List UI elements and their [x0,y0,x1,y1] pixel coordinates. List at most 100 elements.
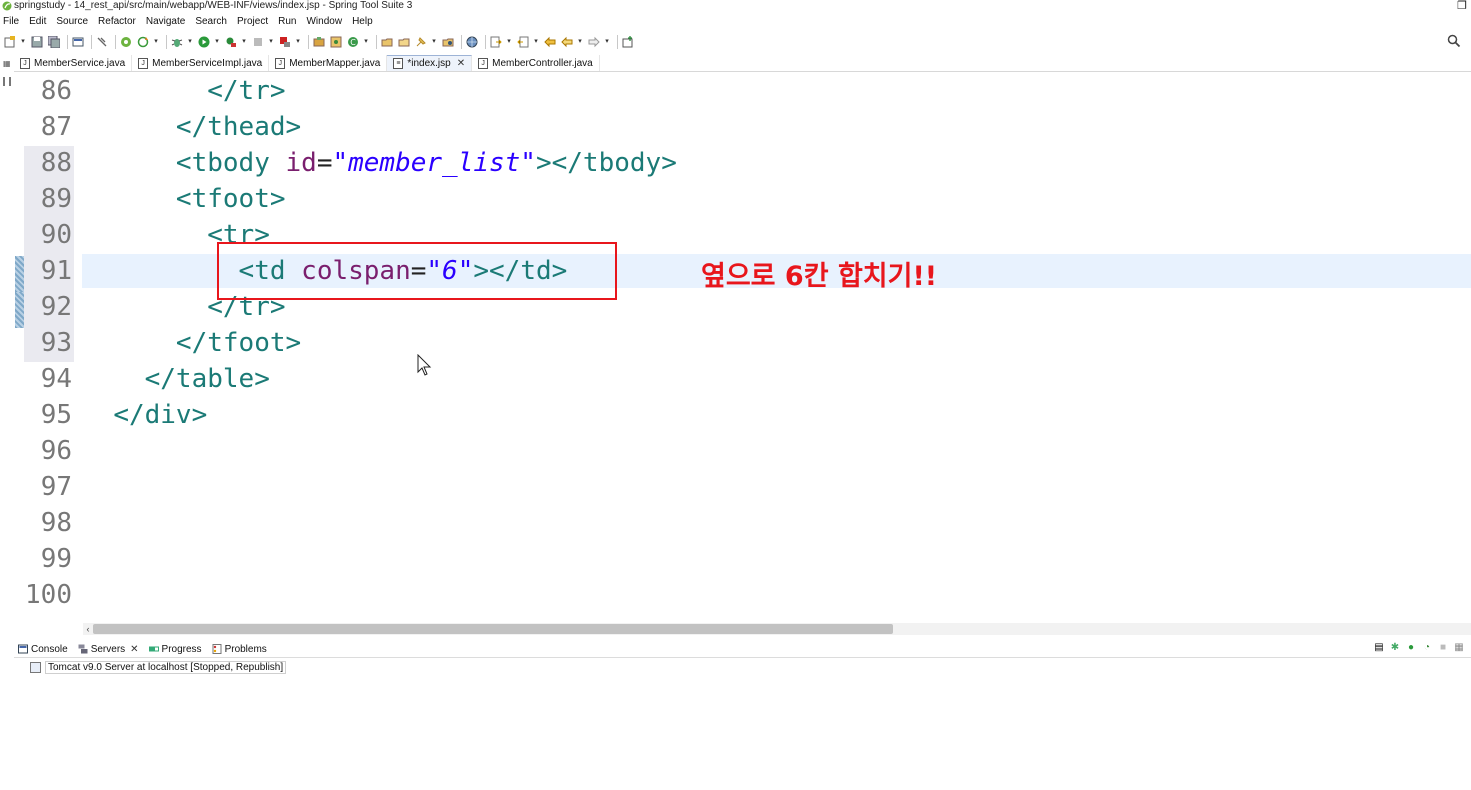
code-line[interactable]: 88 <tbody id="member_list"></tbody> [14,145,1471,181]
server-icon[interactable] [278,35,292,49]
spring-boot-icon[interactable] [119,35,133,49]
globe-icon[interactable] [465,35,479,49]
pin-icon[interactable] [414,35,428,49]
debug-server-icon[interactable]: ✱ [1389,642,1401,654]
menu-project[interactable]: Project [237,15,273,29]
toolbar-separator [461,35,462,49]
forward-dropdown-icon[interactable]: ▾ [604,35,610,49]
line-number: 100 [25,580,72,610]
profile-server-icon[interactable]: ◔ [1421,642,1433,654]
restore-window-button[interactable]: ❐ [1457,0,1467,12]
code-line[interactable]: 89 <tfoot> [14,181,1471,217]
tab-label: Servers [90,643,126,655]
run-dropdown-icon[interactable]: ▾ [214,35,220,49]
menu-window[interactable]: Window [306,15,347,29]
tab-memberserviceimpl-java[interactable]: J MemberServiceImpl.java [132,55,270,71]
new-java-package-icon[interactable] [312,35,326,49]
menu-file[interactable]: File [3,15,24,29]
line-number: 96 [40,436,72,466]
package-explorer-icon[interactable] [3,77,11,86]
code-line[interactable]: 86 </tr> [14,73,1471,109]
menu-run[interactable]: Run [278,15,301,29]
menu-help[interactable]: Help [352,15,378,29]
new-icon[interactable] [3,35,17,49]
mouse-pointer-icon [417,354,432,376]
menu-search[interactable]: Search [195,15,232,29]
pin-dropdown-icon[interactable]: ▾ [431,35,437,49]
stop-dropdown-icon[interactable]: ▾ [268,35,274,49]
tab-console[interactable]: Console [14,641,72,657]
server-name: Tomcat v9.0 Server at localhost [48,661,188,673]
save-icon[interactable] [30,35,44,49]
search-icon[interactable] [1447,34,1461,48]
tab-progress[interactable]: Progress [145,641,206,657]
code-line[interactable]: 99 [14,541,1471,577]
scroll-thumb[interactable] [93,624,893,634]
toolbar-separator [91,35,92,49]
new-dropdown-icon[interactable]: ▾ [20,35,26,49]
menu-edit[interactable]: Edit [29,15,51,29]
tab-label: Console [31,643,68,655]
collapse-all-icon[interactable]: ▤ [1373,642,1385,654]
save-all-icon[interactable] [47,35,61,49]
line-number: 95 [40,400,72,430]
code-line[interactable]: 96 [14,433,1471,469]
external-tools-icon[interactable] [224,35,238,49]
menu-navigate[interactable]: Navigate [146,15,190,29]
code-line[interactable]: 95 </div> [14,397,1471,433]
debug-dropdown-icon[interactable]: ▾ [187,35,193,49]
terminal-icon[interactable] [71,35,85,49]
menu-source[interactable]: Source [56,15,93,29]
start-server-icon[interactable]: ● [1405,642,1417,654]
code-line[interactable]: 100 [14,577,1471,613]
server-list-item[interactable]: Tomcat v9.0 Server at localhost [Stopped… [30,660,287,674]
tab-servers[interactable]: Servers ✕ [74,641,143,657]
tab-membercontroller-java[interactable]: J MemberController.java [472,55,600,71]
stop-icon[interactable] [251,35,265,49]
last-edit-location-icon[interactable] [543,35,557,49]
code-line[interactable]: 98 [14,505,1471,541]
code-editor[interactable]: 86 </tr> 87 </thead> 88 <tbody id="member_… [14,73,1471,623]
new-class-icon[interactable]: C [346,35,360,49]
scroll-left-icon[interactable]: ‹ [83,623,93,635]
prev-annotation-dropdown-icon[interactable]: ▾ [533,35,539,49]
code-line[interactable]: 87 </thead> [14,109,1471,145]
open-type-icon[interactable] [380,35,394,49]
new-java-class-icon[interactable] [329,35,343,49]
publish-icon[interactable]: ▦ [1453,642,1465,654]
new-class-dropdown-icon[interactable]: ▾ [363,35,369,49]
close-icon[interactable]: ✕ [457,58,465,69]
server-icon [30,661,41,673]
tab-membermapper-java[interactable]: J MemberMapper.java [269,55,388,71]
close-icon[interactable]: ✕ [130,644,138,655]
server-dropdown-icon[interactable]: ▾ [295,35,301,49]
stop-server-icon[interactable]: ■ [1437,642,1449,654]
code-line[interactable]: 94 </table> [14,361,1471,397]
annotation-text: 옆으로 6칸 합치기!! [701,261,938,292]
open-perspective-icon[interactable] [621,35,635,49]
refresh-icon[interactable] [136,35,150,49]
code-line[interactable]: 97 [14,469,1471,505]
restore-icon[interactable]: ▦ [3,59,11,68]
open-task-icon[interactable] [441,35,455,49]
tab-index-jsp[interactable]: ≡ *index.jsp ✕ [387,55,473,71]
back-dropdown-icon[interactable]: ▾ [577,35,583,49]
run-icon[interactable] [197,35,211,49]
tab-problems[interactable]: Problems [208,641,271,657]
next-annotation-icon[interactable] [489,35,503,49]
forward-icon[interactable] [587,35,601,49]
open-resource-icon[interactable] [397,35,411,49]
toolbar-separator [376,35,377,49]
code-line[interactable]: 93 </tfoot> [14,325,1471,361]
back-icon[interactable] [560,35,574,49]
external-tools-dropdown-icon[interactable]: ▾ [241,35,247,49]
prev-annotation-icon[interactable] [516,35,530,49]
skip-breakpoints-icon[interactable] [95,35,109,49]
next-annotation-dropdown-icon[interactable]: ▾ [506,35,512,49]
line-number: 92 [40,292,72,322]
debug-icon[interactable] [170,35,184,49]
refresh-dropdown-icon[interactable]: ▾ [153,35,159,49]
menu-refactor[interactable]: Refactor [98,15,141,29]
horizontal-scrollbar[interactable]: ‹ [83,623,1471,635]
tab-memberservice-java[interactable]: J MemberService.java [14,55,133,71]
